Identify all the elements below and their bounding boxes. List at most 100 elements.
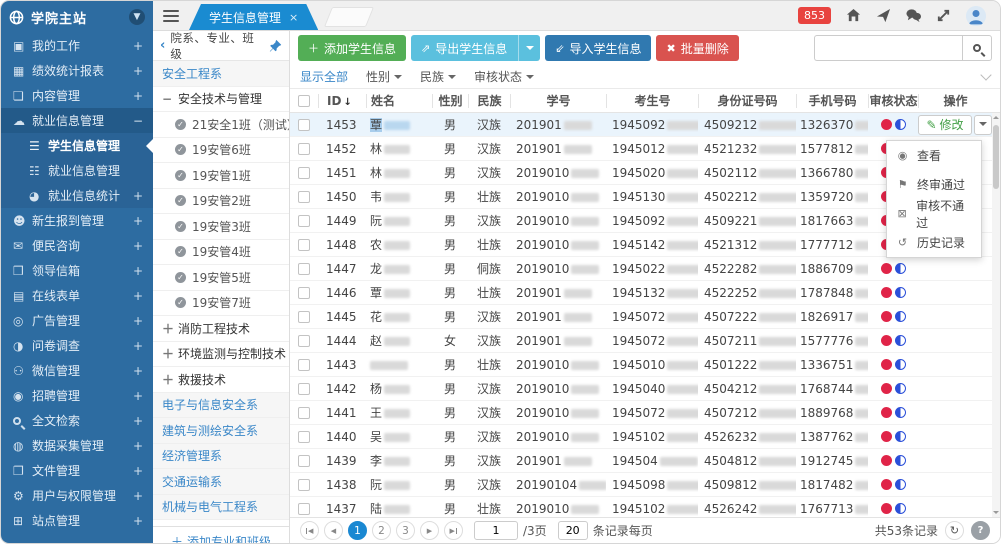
column-header[interactable]: ID↓ xyxy=(318,94,366,108)
row-checkbox[interactable] xyxy=(298,287,310,299)
tree-item-class[interactable]: ✓19安管4班 xyxy=(153,240,289,266)
table-row[interactable]: 1442杨男汉族2019010194504045042121768744 xyxy=(290,377,1000,401)
row-checkbox[interactable] xyxy=(298,119,310,131)
tree-item-class[interactable]: ✓21安全1班（测试） xyxy=(153,112,289,138)
row-menu-item[interactable]: ⊠审核不通过 xyxy=(887,199,981,228)
column-header[interactable]: 姓名 xyxy=(366,94,432,108)
student-name[interactable]: 林 xyxy=(370,166,382,180)
sidebar-item[interactable]: ▤在线表单+ xyxy=(1,283,153,308)
row-checkbox[interactable] xyxy=(298,167,310,179)
student-name[interactable]: 覃 xyxy=(370,118,382,132)
tree-item-dept[interactable]: 机械与电气工程系 xyxy=(153,495,289,521)
row-checkbox[interactable] xyxy=(298,503,310,515)
user-avatar[interactable] xyxy=(966,6,986,26)
row-checkbox[interactable] xyxy=(298,143,310,155)
row-checkbox[interactable] xyxy=(298,263,310,275)
row-checkbox[interactable] xyxy=(298,335,310,347)
student-name[interactable]: 龙 xyxy=(370,262,382,276)
page-button[interactable]: 3 xyxy=(396,521,415,540)
first-page-button[interactable]: ◀ xyxy=(300,521,319,540)
student-name[interactable]: 陆 xyxy=(370,502,382,516)
table-row[interactable]: 1437陆男壮族2019010194510245262421767713 xyxy=(290,497,1000,517)
comments-icon[interactable] xyxy=(906,8,921,23)
scrollbar-thumb[interactable] xyxy=(993,125,999,189)
last-page-button[interactable]: ▶ xyxy=(444,521,463,540)
row-checkbox[interactable] xyxy=(298,191,310,203)
sidebar-item[interactable]: ⚙用户与权限管理+ xyxy=(1,483,153,508)
table-row[interactable]: 1441王男汉族2019010194507245072121889768 xyxy=(290,401,1000,425)
filter-gender[interactable]: 性别 xyxy=(366,68,402,85)
student-name[interactable]: 农 xyxy=(370,238,382,252)
row-menu-item[interactable]: ⚑终审通过 xyxy=(887,170,981,199)
chevron-down-icon[interactable]: ▼ xyxy=(129,9,145,25)
expand-icon[interactable]: ＋ xyxy=(162,345,172,362)
refresh-button[interactable]: ↻ xyxy=(945,521,964,540)
sidebar-item[interactable]: ▦绩效统计报表+ xyxy=(1,58,153,83)
tab-student-info[interactable]: 学生信息管理 × xyxy=(189,4,318,30)
sidebar-toggle-icon[interactable] xyxy=(163,10,179,22)
sidebar-item[interactable]: ❏内容管理+ xyxy=(1,83,153,108)
table-row[interactable]: 1445花男汉族201901194507245072221826917 xyxy=(290,305,1000,329)
import-student-button[interactable]: ⇙ 导入学生信息 xyxy=(545,35,651,61)
row-checkbox[interactable] xyxy=(298,407,310,419)
collapse-icon[interactable]: − xyxy=(162,92,172,106)
modify-button[interactable]: ✎修改 xyxy=(918,115,971,135)
row-checkbox[interactable] xyxy=(298,431,310,443)
tree-item-dept[interactable]: 建筑与测绘安全系 xyxy=(153,418,289,444)
tree-item-class[interactable]: ✓19安管2班 xyxy=(153,189,289,215)
table-row[interactable]: 1439李男汉族20190119450445048121912745 xyxy=(290,449,1000,473)
tree-item-class[interactable]: ✓19安管6班 xyxy=(153,138,289,164)
row-menu-item[interactable]: ↺历史记录 xyxy=(887,228,981,257)
export-dropdown-toggle[interactable] xyxy=(518,35,540,61)
column-header[interactable]: 手机号码 xyxy=(796,94,868,108)
expand-icon[interactable] xyxy=(936,8,951,23)
tree-item-major[interactable]: ＋消防工程技术 xyxy=(153,316,289,342)
page-size-input[interactable] xyxy=(558,521,588,540)
row-checkbox[interactable] xyxy=(298,239,310,251)
column-header[interactable]: 操作 xyxy=(918,94,992,108)
page-button[interactable]: 1 xyxy=(348,521,367,540)
sidebar-item[interactable]: 全文检索+ xyxy=(1,408,153,433)
send-icon[interactable] xyxy=(876,8,891,23)
student-name[interactable]: 阮 xyxy=(370,478,382,492)
sort-desc-icon[interactable]: ↓ xyxy=(343,97,351,108)
tree-item-class[interactable]: ✓19安管1班 xyxy=(153,163,289,189)
next-page-button[interactable]: ▶ xyxy=(420,521,439,540)
table-row[interactable]: 1447龙男侗族2019010194502245222821886709 xyxy=(290,257,1000,281)
column-header[interactable]: 民族 xyxy=(468,94,510,108)
table-row[interactable]: 1446覃男壮族201901194513245222521787848 xyxy=(290,281,1000,305)
batch-delete-button[interactable]: ✖ 批量删除 xyxy=(656,35,738,61)
pin-icon[interactable] xyxy=(269,39,282,52)
sidebar-item[interactable]: ☷就业信息管理 xyxy=(1,158,153,183)
tree-item-major[interactable]: ＋救援技术 xyxy=(153,367,289,393)
home-icon[interactable] xyxy=(846,8,861,23)
sidebar-item[interactable]: ☰学生信息管理 xyxy=(1,133,153,158)
tree-item-major[interactable]: −安全技术与管理 xyxy=(153,87,289,113)
sidebar-item[interactable]: ▣我的工作+ xyxy=(1,33,153,58)
row-menu-item[interactable]: ◉查看 xyxy=(887,141,981,170)
filter-status[interactable]: 审核状态 xyxy=(474,68,534,85)
row-checkbox[interactable] xyxy=(298,383,310,395)
add-major-class-button[interactable]: ＋ 添加专业和班级 xyxy=(153,526,289,543)
notifications-badge[interactable]: 853 xyxy=(798,7,831,24)
sidebar-item[interactable]: ⚇微信管理+ xyxy=(1,358,153,383)
table-row[interactable]: 1444赵女汉族201901194507245072111577776 xyxy=(290,329,1000,353)
student-name[interactable]: 李 xyxy=(370,454,382,468)
row-checkbox[interactable] xyxy=(298,311,310,323)
student-name[interactable]: 韦 xyxy=(370,190,382,204)
column-header[interactable]: 性别 xyxy=(432,94,468,108)
sidebar-item[interactable]: ☻新生报到管理+ xyxy=(1,208,153,233)
student-name[interactable]: 林 xyxy=(370,142,382,156)
row-checkbox[interactable] xyxy=(298,479,310,491)
student-name[interactable]: 赵 xyxy=(370,334,382,348)
export-student-button[interactable]: ⇗ 导出学生信息 xyxy=(411,35,540,61)
tab-close-icon[interactable]: × xyxy=(289,11,298,24)
sidebar-item[interactable]: ◎广告管理+ xyxy=(1,308,153,333)
student-name[interactable]: 吴 xyxy=(370,430,382,444)
row-checkbox[interactable] xyxy=(298,455,310,467)
student-name[interactable]: 花 xyxy=(370,310,382,324)
table-row[interactable]: 1453覃男汉族201901194509245092121326370✎修改 xyxy=(290,113,1000,137)
tree-item-class[interactable]: ✓19安管5班 xyxy=(153,265,289,291)
expand-icon[interactable]: ＋ xyxy=(162,320,172,337)
sidebar-item[interactable]: ⊞站点管理+ xyxy=(1,508,153,533)
